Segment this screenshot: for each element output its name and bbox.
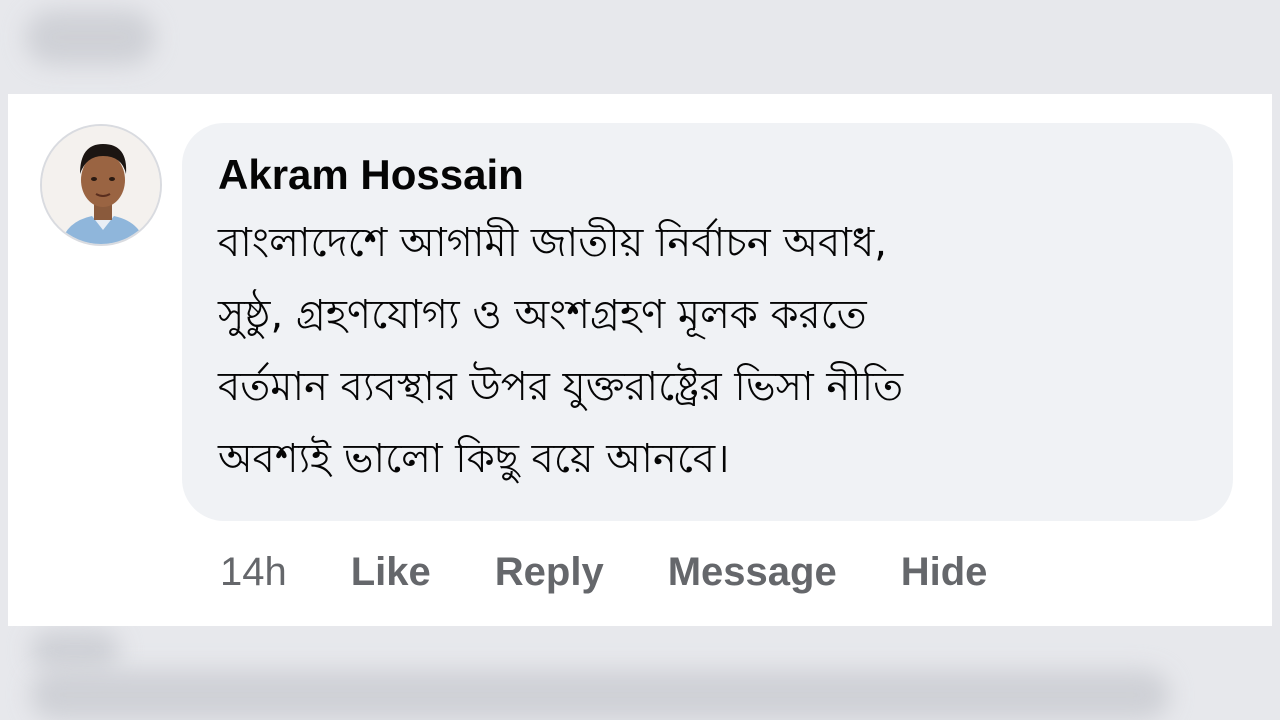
reply-button[interactable]: Reply xyxy=(495,550,604,595)
like-button[interactable]: Like xyxy=(351,550,431,595)
comment-text-line: বর্তমান ব্যবস্থার উপর যুক্তরাষ্ট্রের ভিস… xyxy=(218,364,904,410)
hide-button[interactable]: Hide xyxy=(901,550,988,595)
comment-bubble: Akram Hossain বাংলাদেশে আগামী জাতীয় নির… xyxy=(182,123,1233,521)
comment-actions: 14h Like Reply Message Hide xyxy=(220,544,987,600)
blurred-bottom-content xyxy=(30,670,1170,720)
avatar-photo xyxy=(42,126,160,244)
comment-text-line: সুষ্ঠু, গ্রহণযোগ্য ও অংশগ্রহণ মূলক করতে xyxy=(218,292,867,338)
comment-timestamp[interactable]: 14h xyxy=(220,550,287,595)
blurred-top-content xyxy=(25,10,155,65)
comment-text-line: অবশ্যই ভালো কিছু বয়ে আনবে। xyxy=(218,436,730,482)
comment-text: বাংলাদেশে আগামী জাতীয় নির্বাচন অবাধ, সু… xyxy=(218,207,1197,495)
comment-author[interactable]: Akram Hossain xyxy=(218,151,1197,199)
message-button[interactable]: Message xyxy=(668,550,837,595)
comment-text-line: বাংলাদেশে আগামী জাতীয় নির্বাচন অবাধ, xyxy=(218,220,887,266)
avatar[interactable] xyxy=(40,124,162,246)
blurred-bottom-content xyxy=(30,630,120,670)
